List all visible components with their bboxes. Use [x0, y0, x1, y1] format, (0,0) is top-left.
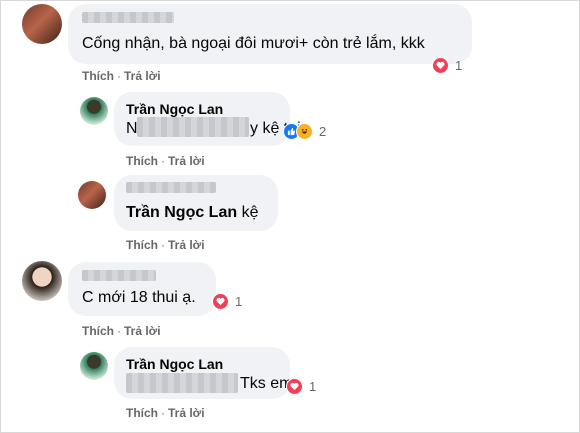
reply-text: Trần Ngọc Lan kệ — [126, 204, 258, 222]
haha-icon — [296, 123, 313, 140]
redacted-mention — [137, 117, 249, 137]
reaction-count: 1 — [309, 379, 317, 394]
reply-link[interactable]: Trả lời — [124, 324, 161, 338]
reply-text-prefix: N — [126, 120, 138, 137]
avatar[interactable] — [78, 181, 106, 209]
avatar[interactable] — [22, 4, 62, 44]
reply-actions: Thích · Trả lời — [126, 154, 205, 168]
reply-actions: Thích · Trả lời — [126, 238, 205, 252]
comment-text: C mới 18 thui ạ. — [82, 289, 196, 306]
reply-text: Tks em — [240, 375, 293, 392]
reply-author[interactable]: Trần Ngọc Lan — [126, 101, 223, 117]
reply-link[interactable]: Trả lời — [168, 154, 205, 168]
heart-icon — [432, 57, 449, 74]
reaction-summary[interactable]: 1 — [432, 57, 462, 74]
avatar[interactable] — [80, 352, 108, 380]
reaction-count: 2 — [319, 124, 327, 139]
reply-link[interactable]: Trả lời — [168, 406, 205, 420]
reaction-count: 1 — [455, 58, 463, 73]
like-link[interactable]: Thích — [82, 69, 114, 83]
reply-link[interactable]: Trả lời — [124, 69, 161, 83]
reply-actions: Thích · Trả lời — [126, 406, 205, 420]
comment-text: Cống nhận, bà ngoại đôi mươi+ còn trẻ lắ… — [82, 35, 425, 52]
reaction-summary[interactable]: 1 — [286, 378, 316, 395]
redacted-author-name — [126, 182, 216, 193]
reaction-summary[interactable]: 2 — [283, 123, 326, 140]
reply-text-body: kệ — [241, 204, 259, 221]
redacted-author-name — [82, 12, 174, 23]
reaction-count: 1 — [235, 294, 243, 309]
reply-link[interactable]: Trả lời — [168, 238, 205, 252]
heart-icon — [286, 378, 303, 395]
like-link[interactable]: Thích — [82, 324, 114, 338]
like-link[interactable]: Thích — [126, 154, 158, 168]
redacted-author-name — [82, 270, 156, 281]
heart-icon — [212, 293, 229, 310]
mention-link[interactable]: Trần Ngọc Lan — [126, 204, 237, 221]
reaction-summary[interactable]: 1 — [212, 293, 242, 310]
like-link[interactable]: Thích — [126, 238, 158, 252]
like-link[interactable]: Thích — [126, 406, 158, 420]
comment-actions: Thích · Trả lời — [82, 324, 161, 338]
comment-actions: Thích · Trả lời — [82, 69, 161, 83]
avatar[interactable] — [22, 261, 62, 301]
reply-author[interactable]: Trần Ngọc Lan — [126, 356, 223, 372]
redacted-mention — [126, 373, 238, 393]
avatar[interactable] — [80, 97, 108, 125]
